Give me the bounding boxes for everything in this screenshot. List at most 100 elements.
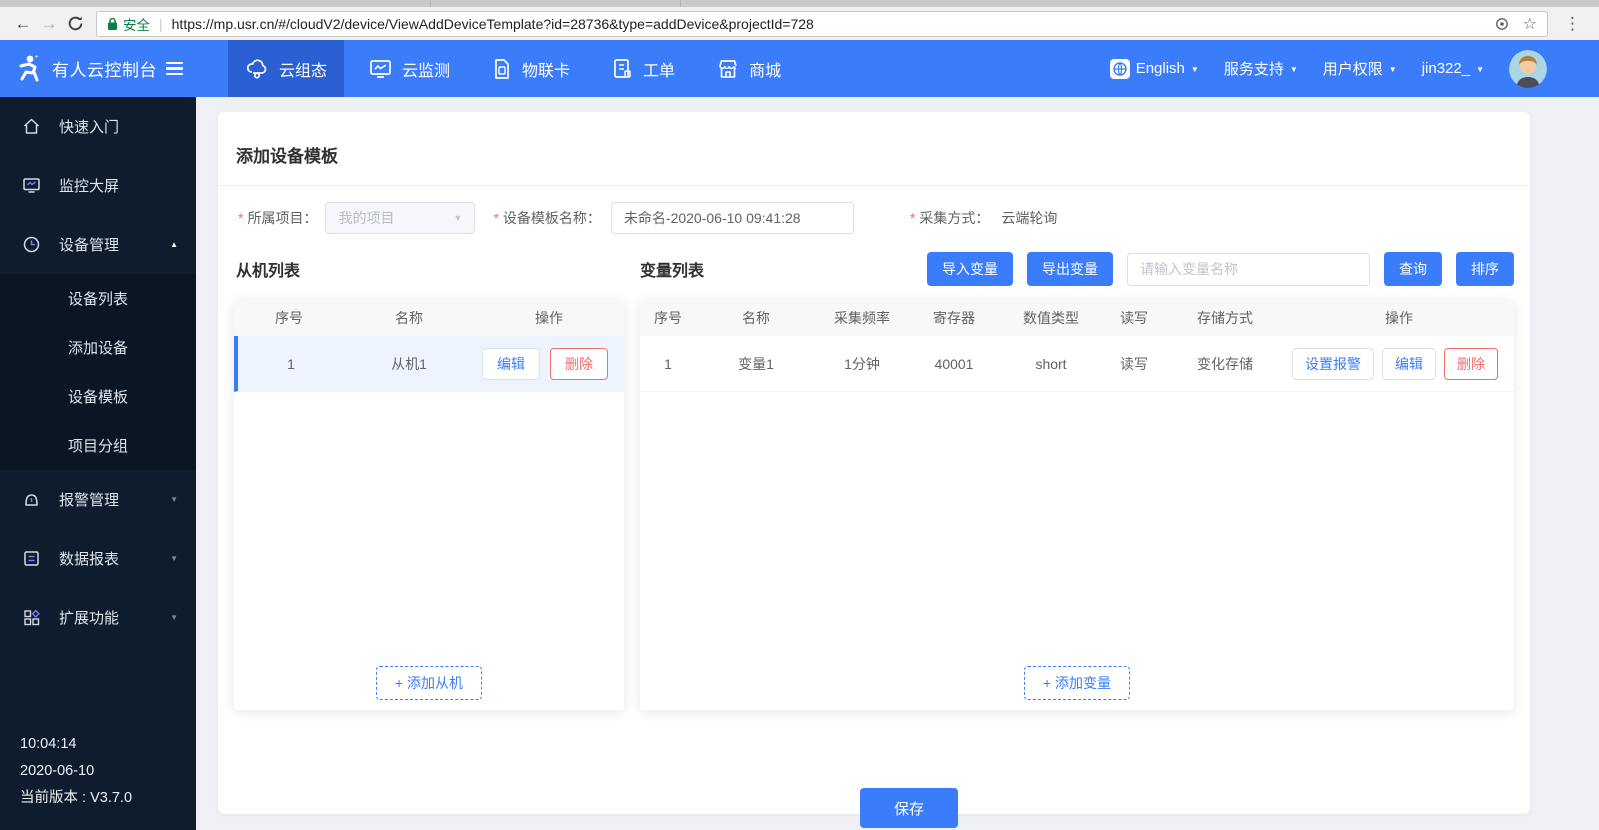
query-button[interactable]: 查询 bbox=[1384, 252, 1442, 286]
submenu-label: 项目分组 bbox=[68, 435, 128, 456]
sidebar-item-data-report[interactable]: 数据报表 ▼ bbox=[0, 529, 196, 588]
permissions-menu[interactable]: 用户权限 ▼ bbox=[1323, 58, 1397, 79]
sidebar-item-extensions[interactable]: 扩展功能 ▼ bbox=[0, 588, 196, 647]
sidebar-item-label: 设备管理 bbox=[59, 234, 119, 255]
tab-cloud-monitor[interactable]: 云监测 bbox=[352, 40, 467, 97]
current-time: 10:04:14 bbox=[20, 731, 132, 758]
sidebar-item-alarm-management[interactable]: 报警管理 ▼ bbox=[0, 470, 196, 529]
submenu-label: 设备列表 bbox=[68, 288, 128, 309]
slave-edit-button[interactable]: 编辑 bbox=[482, 348, 540, 380]
address-bar[interactable]: 安全 | https://mp.usr.cn/#/cloudV2/device/… bbox=[96, 11, 1548, 37]
variable-table-row[interactable]: 1 变量1 1分钟 40001 short 读写 变化存储 设置报警 编辑 删除 bbox=[640, 336, 1514, 392]
sidebar-item-quick-start[interactable]: 快速入门 bbox=[0, 97, 196, 156]
variable-delete-button[interactable]: 删除 bbox=[1444, 348, 1498, 380]
caret-down-icon: ▼ bbox=[1476, 65, 1484, 74]
browser-chrome: ← → 安全 | https://mp.usr.cn/#/cloudV2/dev… bbox=[0, 0, 1599, 40]
caret-down-icon: ▼ bbox=[454, 213, 463, 223]
user-menu[interactable]: jin322_ ▼ bbox=[1422, 60, 1484, 77]
sidebar-subitem-add-device[interactable]: 添加设备 bbox=[0, 323, 196, 372]
collect-mode-value: 云端轮询 bbox=[1001, 208, 1057, 228]
home-icon bbox=[22, 117, 41, 136]
tab-cloud-scada[interactable]: 云组态 bbox=[228, 40, 344, 97]
slave-table-row[interactable]: 1 从机1 编辑 删除 bbox=[234, 336, 624, 392]
bookmark-star-icon[interactable]: ☆ bbox=[1523, 14, 1537, 34]
monitor-chart-icon bbox=[369, 58, 392, 80]
collect-mode-label: *采集方式： bbox=[910, 208, 989, 228]
sidebar-subitem-device-template[interactable]: 设备模板 bbox=[0, 372, 196, 421]
variable-register: 40001 bbox=[908, 356, 1000, 372]
required-asterisk: * bbox=[910, 210, 915, 226]
brand-zone: 有人云控制台 bbox=[0, 40, 196, 97]
column-index: 序号 bbox=[234, 308, 344, 328]
tab-separator bbox=[680, 0, 681, 7]
device-clock-icon bbox=[22, 235, 41, 254]
grid-icon bbox=[22, 608, 41, 627]
tab-mall[interactable]: 商城 bbox=[700, 40, 798, 97]
page-title: 添加设备模板 bbox=[218, 112, 1530, 167]
caret-down-icon: ▼ bbox=[1191, 65, 1199, 74]
column-actions: 操作 bbox=[474, 308, 624, 328]
variable-edit-button[interactable]: 编辑 bbox=[1382, 348, 1436, 380]
browser-tabstrip bbox=[0, 0, 1599, 7]
add-slave-button[interactable]: + 添加从机 bbox=[376, 666, 482, 700]
variable-frequency: 1分钟 bbox=[816, 354, 908, 374]
security-label: 安全 bbox=[123, 14, 150, 34]
browser-forward-icon[interactable]: → bbox=[36, 14, 62, 34]
screen-icon bbox=[22, 176, 41, 195]
export-variable-button[interactable]: 导出变量 bbox=[1027, 252, 1113, 286]
browser-menu-icon[interactable]: ⋮ bbox=[1556, 14, 1589, 34]
security-indicator[interactable]: 安全 bbox=[107, 14, 150, 34]
tab-work-order[interactable]: 工单 bbox=[595, 40, 692, 97]
set-alarm-button[interactable]: 设置报警 bbox=[1292, 348, 1374, 380]
avatar[interactable] bbox=[1509, 50, 1547, 88]
store-icon bbox=[717, 58, 739, 80]
current-date: 2020-06-10 bbox=[20, 758, 132, 785]
caret-down-icon: ▼ bbox=[170, 613, 178, 622]
browser-reload-icon[interactable] bbox=[62, 15, 88, 32]
browser-back-icon[interactable]: ← bbox=[10, 14, 36, 34]
save-button[interactable]: 保存 bbox=[860, 788, 958, 828]
variable-search-input[interactable] bbox=[1127, 253, 1370, 286]
project-select[interactable]: 我的项目 ▼ bbox=[325, 202, 475, 234]
slave-delete-button[interactable]: 删除 bbox=[550, 348, 608, 380]
sidebar-subitem-project-group[interactable]: 项目分组 bbox=[0, 421, 196, 470]
required-asterisk: * bbox=[238, 210, 243, 226]
url-text[interactable]: https://mp.usr.cn/#/cloudV2/device/ViewA… bbox=[172, 16, 1486, 32]
sidebar-item-label: 快速入门 bbox=[59, 116, 119, 137]
sidebar-item-device-management[interactable]: 设备管理 ▲ bbox=[0, 215, 196, 274]
sidebar-item-monitor-screen[interactable]: 监控大屏 bbox=[0, 156, 196, 215]
language-label: English bbox=[1136, 60, 1185, 77]
column-actions: 操作 bbox=[1284, 308, 1514, 328]
template-name-label: *设备模板名称： bbox=[493, 208, 600, 228]
add-variable-button[interactable]: + 添加变量 bbox=[1024, 666, 1130, 700]
column-register: 寄存器 bbox=[908, 308, 1000, 328]
slave-list-title: 从机列表 bbox=[236, 263, 300, 280]
language-switch[interactable]: English ▼ bbox=[1110, 59, 1199, 79]
caret-down-icon: ▼ bbox=[170, 495, 178, 504]
variable-table-header: 序号 名称 采集频率 寄存器 数值类型 读写 存储方式 操作 bbox=[640, 300, 1514, 336]
column-data-type: 数值类型 bbox=[1000, 308, 1102, 328]
import-variable-button[interactable]: 导入变量 bbox=[927, 252, 1013, 286]
browser-toolbar: ← → 安全 | https://mp.usr.cn/#/cloudV2/dev… bbox=[0, 7, 1599, 40]
support-menu[interactable]: 服务支持 ▼ bbox=[1224, 58, 1298, 79]
caret-up-icon: ▲ bbox=[170, 240, 178, 249]
nav-tabs: 云组态 云监测 物联卡 工单 商城 bbox=[228, 40, 806, 97]
variable-toolbar: 导入变量 导出变量 查询 排序 bbox=[927, 252, 1514, 286]
main-content: 添加设备模板 *所属项目： 我的项目 ▼ *设备模板名称： *采集方式： 云端轮… bbox=[196, 97, 1599, 830]
sidebar-footer: 10:04:14 2020-06-10 当前版本 : V3.7.0 bbox=[20, 731, 132, 812]
variable-data-type: short bbox=[1000, 356, 1102, 372]
template-name-input[interactable] bbox=[611, 202, 854, 234]
variable-list-title: 变量列表 bbox=[640, 257, 704, 281]
sidebar-item-label: 报警管理 bbox=[59, 489, 119, 510]
variable-storage: 变化存储 bbox=[1166, 354, 1284, 374]
tab-iot-card[interactable]: 物联卡 bbox=[475, 40, 587, 97]
location-target-icon[interactable] bbox=[1494, 16, 1510, 32]
work-order-icon bbox=[612, 58, 633, 80]
tab-label: 云组态 bbox=[279, 57, 327, 81]
slave-name: 从机1 bbox=[344, 354, 474, 374]
sort-button[interactable]: 排序 bbox=[1456, 252, 1514, 286]
sidebar-subitem-device-list[interactable]: 设备列表 bbox=[0, 274, 196, 323]
save-row: 保存 bbox=[218, 788, 1530, 828]
project-label: *所属项目： bbox=[238, 208, 317, 228]
collapse-menu-icon[interactable] bbox=[166, 62, 183, 76]
